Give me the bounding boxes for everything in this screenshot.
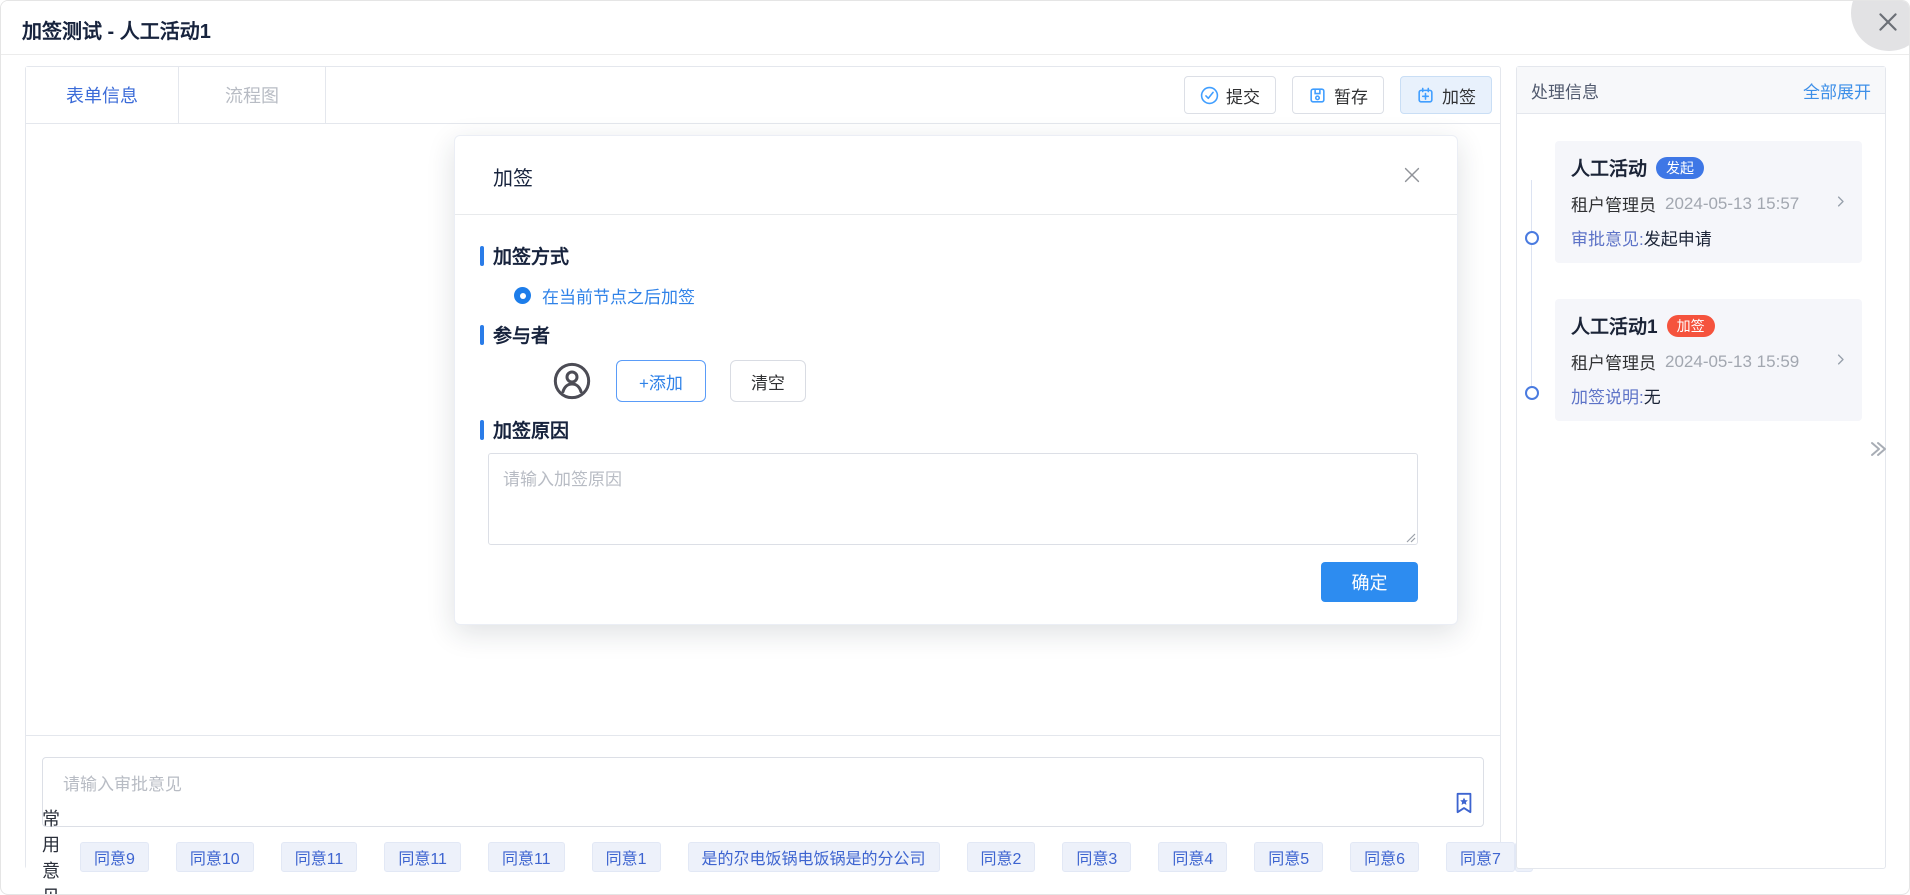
- submit-button[interactable]: 提交: [1184, 76, 1276, 114]
- chevron-right-icon[interactable]: [1833, 352, 1848, 372]
- opinion-tag[interactable]: 同意11: [487, 842, 565, 872]
- node-field-label: 审批意见:: [1571, 230, 1644, 249]
- opinion-tags: 同意9 同意10 同意11 同意11 同意11 同意1 是的尕电饭锅电饭锅是的分…: [80, 842, 1515, 872]
- node-time: 2024-05-13 15:59: [1665, 351, 1800, 371]
- opinion-tag[interactable]: 同意6: [1350, 842, 1420, 872]
- processing-panel: 处理信息 全部展开 人工活动 发起 租户管理员 2024-05-13 15:57: [1516, 66, 1886, 869]
- page-title: 加签测试 - 人工活动1: [22, 21, 211, 43]
- workflow-window: 加签测试 - 人工活动1 表单信息 流程图 提交 暂存 加签 请输入审批意见 常…: [0, 0, 1910, 895]
- node-title: 人工活动: [1571, 159, 1648, 180]
- radio-label: 在当前节点之后加签: [542, 288, 695, 307]
- section-title: 加签方式: [493, 247, 570, 268]
- close-icon: [1879, 13, 1897, 31]
- tab-bar: 表单信息 流程图 提交 暂存 加签: [26, 67, 1500, 124]
- participants-section-header: 参与者: [480, 321, 1416, 348]
- processing-timeline: 人工活动 发起 租户管理员 2024-05-13 15:57 审批意见:发起申请…: [1517, 141, 1885, 421]
- confirm-button[interactable]: 确定: [1321, 562, 1418, 602]
- calendar-plus-icon: [1418, 87, 1433, 103]
- node-user: 租户管理员: [1571, 196, 1656, 215]
- section-title: 参与者: [493, 326, 551, 347]
- opinion-tag[interactable]: 同意1: [591, 842, 661, 872]
- processing-header: 处理信息 全部展开: [1517, 67, 1885, 114]
- draft-label: 暂存: [1334, 87, 1368, 107]
- add-participant-button[interactable]: +添加: [616, 360, 706, 402]
- section-bar: [480, 245, 484, 266]
- reason-input[interactable]: [488, 453, 1418, 545]
- submit-label: 提交: [1226, 87, 1260, 107]
- reason-section-header: 加签原因: [480, 416, 1416, 443]
- chevron-right-icon[interactable]: [1833, 194, 1848, 214]
- method-section-header: 加签方式: [480, 242, 1416, 269]
- tab-flow-chart[interactable]: 流程图: [179, 67, 326, 123]
- opinion-tag[interactable]: 同意11: [384, 842, 461, 872]
- node-field-value: 无: [1643, 388, 1661, 407]
- approval-comment-area: 常用意见 同意9 同意10 同意11 同意11 同意11 同意1 是的尕电饭锅电…: [26, 735, 1533, 894]
- save-draft-button[interactable]: 暂存: [1292, 76, 1384, 114]
- opinion-tag[interactable]: 同意9: [80, 842, 149, 872]
- timeline-connector: [1531, 180, 1532, 394]
- node-time: 2024-05-13 15:57: [1665, 193, 1800, 213]
- approval-comment-box: [42, 757, 1484, 827]
- timeline-dot: [1525, 231, 1539, 245]
- person-circle-icon: [553, 362, 591, 400]
- tab-label: 表单信息: [66, 86, 138, 106]
- dialog-body: 加签方式 在当前节点之后加签 参与者 +添加 清空 加签原因 请输入加签原因 确…: [455, 215, 1457, 602]
- section-bar: [480, 324, 484, 345]
- opinion-tag[interactable]: 同意5: [1254, 842, 1324, 872]
- node-title: 人工活动1: [1571, 317, 1658, 338]
- dialog-footer: 确定: [480, 562, 1418, 602]
- favorite-comment-button[interactable]: [1453, 791, 1475, 820]
- title-bar: 加签测试 - 人工活动1: [1, 1, 1909, 55]
- opinion-tag[interactable]: 同意11: [280, 842, 358, 872]
- node-field-label: 加签说明:: [1571, 388, 1644, 407]
- close-icon: [1404, 167, 1420, 183]
- tab-label: 流程图: [225, 86, 279, 106]
- bookmark-star-icon: [1456, 792, 1472, 814]
- participants-row: +添加 清空: [552, 360, 1416, 402]
- check-circle-icon: [1200, 86, 1219, 104]
- opinion-tag[interactable]: 同意2: [966, 842, 1036, 872]
- countersign-dialog: 加签 加签方式 在当前节点之后加签 参与者 +添加 清空 加签原因 请输入加签原…: [454, 135, 1458, 625]
- countersign-button[interactable]: 加签: [1400, 76, 1492, 114]
- opinion-tag[interactable]: 是的尕电饭锅电饭锅是的分公司: [687, 842, 940, 872]
- radio-selected-icon: [514, 287, 531, 304]
- node-field-value: 发起申请: [1643, 230, 1712, 249]
- opinion-tag[interactable]: 同意7: [1446, 842, 1515, 872]
- status-badge: 发起: [1656, 156, 1705, 179]
- approval-comment-input[interactable]: [43, 758, 1483, 826]
- process-card-initiate[interactable]: 人工活动 发起 租户管理员 2024-05-13 15:57 审批意见:发起申请: [1555, 141, 1862, 263]
- reason-field: [488, 453, 1418, 545]
- expand-all-link[interactable]: 全部展开: [1803, 78, 1871, 103]
- process-card-countersign[interactable]: 人工活动1 加签 租户管理员 2024-05-13 15:59 加签说明:无: [1555, 299, 1862, 421]
- save-icon: [1310, 87, 1325, 103]
- opinion-tag[interactable]: 同意3: [1062, 842, 1132, 872]
- opinion-tag[interactable]: 同意10: [175, 842, 254, 872]
- panel-collapse-button[interactable]: [1863, 434, 1893, 464]
- resize-grip-icon[interactable]: [1404, 531, 1416, 543]
- dialog-title: 加签: [493, 168, 533, 190]
- dialog-close-button[interactable]: [1401, 164, 1423, 191]
- common-opinions-label: 常用意见: [42, 809, 60, 894]
- node-user: 租户管理员: [1571, 354, 1656, 373]
- tab-form-info[interactable]: 表单信息: [26, 67, 179, 123]
- common-opinions-row: 常用意见 同意9 同意10 同意11 同意11 同意11 同意1 是的尕电饭锅电…: [42, 809, 1533, 894]
- clear-participants-button[interactable]: 清空: [729, 360, 806, 402]
- section-bar: [480, 419, 484, 440]
- processing-title: 处理信息: [1531, 82, 1599, 102]
- dialog-header: 加签: [455, 136, 1457, 215]
- status-badge: 加签: [1666, 314, 1715, 337]
- double-chevron-right-icon: [1871, 442, 1886, 456]
- after-current-node-radio[interactable]: 在当前节点之后加签: [514, 283, 1416, 308]
- opinion-tag[interactable]: 同意4: [1158, 842, 1228, 872]
- countersign-label: 加签: [1442, 87, 1476, 107]
- toolbar: 提交 暂存 加签: [1184, 67, 1500, 123]
- section-title: 加签原因: [493, 421, 570, 442]
- timeline-dot: [1525, 386, 1539, 400]
